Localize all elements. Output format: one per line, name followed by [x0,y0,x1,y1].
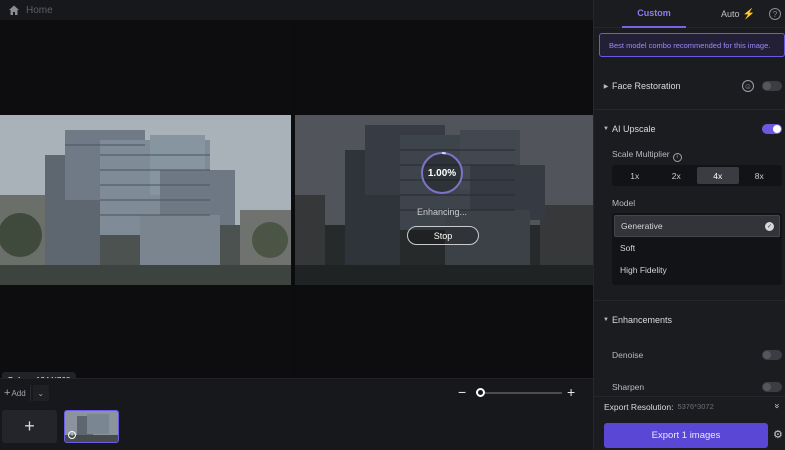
face-restoration-toggle[interactable] [762,81,782,91]
processing-overlay [295,115,593,285]
model-label: Model [612,198,636,208]
divider [594,300,785,301]
model-option-high-fidelity[interactable]: High Fidelity [614,259,780,281]
scale-multiplier-text: Scale Multiplier [612,149,670,159]
info-icon[interactable]: i [672,152,682,162]
caret-right-icon: ▶ [603,83,609,90]
denoise-toggle[interactable] [762,350,782,360]
chevron-down-icon[interactable]: ⌄ [32,385,49,401]
model-option-generative[interactable]: Generative ✓ [614,215,780,237]
add-button[interactable]: + Add [0,385,31,401]
plus-icon: + [4,387,11,399]
home-icon[interactable] [8,4,20,16]
ai-upscale-label: AI Upscale [612,124,656,134]
divider [594,109,785,110]
export-resolution-label: Export Resolution: [604,401,674,412]
double-chevron-icon[interactable]: » [772,403,782,408]
export-button[interactable]: Export 1 images [604,423,768,448]
sharpen-toggle[interactable] [762,382,782,392]
zoom-slider-track[interactable] [478,392,562,394]
top-bar: Home [0,0,593,20]
add-row: + Add ⌄ [0,385,49,401]
zoom-out-icon[interactable]: − [458,385,470,401]
recommendation-banner[interactable]: Best model combo recommended for this im… [599,33,785,57]
lightning-icon: ⚡ [742,8,755,20]
enhancements-row[interactable]: ▼ Enhancements [594,310,785,330]
app-window: Home 1.00% Enhancing... Stop + Add ⌄ − +… [0,0,785,450]
scale-multiplier-selector: 1x 2x 4x 8x [612,165,782,186]
add-image-tile[interactable]: + [2,410,57,443]
before-image [0,115,291,285]
scale-option-4x[interactable]: 4x [697,167,739,184]
progress-percent: 1.00% [427,167,457,179]
sharpen-label: Sharpen [612,382,645,392]
gear-icon[interactable]: ⚙ [773,429,785,441]
status-text: Enhancing... [416,207,468,217]
model-option-label: Generative [621,221,663,231]
ai-upscale-row[interactable]: ▼ AI Upscale [594,119,785,139]
denoise-label: Denoise [612,350,644,360]
stop-button[interactable]: Stop [407,226,479,245]
help-icon[interactable]: ? [769,8,781,20]
tab-auto[interactable]: Auto ⚡ [718,0,758,28]
after-image [295,115,593,285]
model-option-soft[interactable]: Soft [614,237,780,259]
face-restoration-row[interactable]: ▶ Face Restoration [594,76,785,96]
model-list: Generative ✓ Soft High Fidelity [612,213,782,285]
export-resolution-row[interactable]: Export Resolution: 5376*3072 » [594,396,785,416]
after-pane: 1.00% Enhancing... Stop [295,20,593,378]
scale-option-2x[interactable]: 2x [656,167,698,184]
ai-upscale-toggle[interactable] [762,124,782,134]
scale-option-8x[interactable]: 8x [739,167,781,184]
caret-down-icon: ▼ [603,317,609,323]
info-icon[interactable]: i [68,431,76,439]
face-restoration-label: Face Restoration [612,81,681,91]
zoom-control: − + [458,385,580,401]
bottom-strip: + Add ⌄ − + + i [0,378,593,450]
settings-panel: Custom Auto ⚡ ? Best model combo recomme… [593,0,785,450]
export-resolution-value: 5376*3072 [677,402,714,411]
image-canvas: 1.00% Enhancing... Stop Before: 1344*768 [0,20,593,389]
check-icon: ✓ [765,222,774,231]
tab-auto-label: Auto [721,9,740,19]
enhancements-label: Enhancements [612,315,673,325]
caret-down-icon: ▼ [603,126,609,132]
scale-multiplier-label: Scale Multiplier i [612,149,682,162]
scale-option-1x[interactable]: 1x [614,167,656,184]
zoom-in-icon[interactable]: + [567,385,579,401]
progress-ring: 1.00% [420,151,464,195]
image-thumbnail[interactable]: i [64,410,119,443]
mode-tabs: Custom Auto ⚡ ? [594,0,785,28]
zoom-slider-thumb[interactable] [476,388,485,397]
before-pane [0,20,293,378]
face-icon[interactable]: ☺ [742,80,754,92]
home-label[interactable]: Home [26,5,53,16]
add-label: Add [11,388,26,398]
tab-custom[interactable]: Custom [622,0,686,28]
